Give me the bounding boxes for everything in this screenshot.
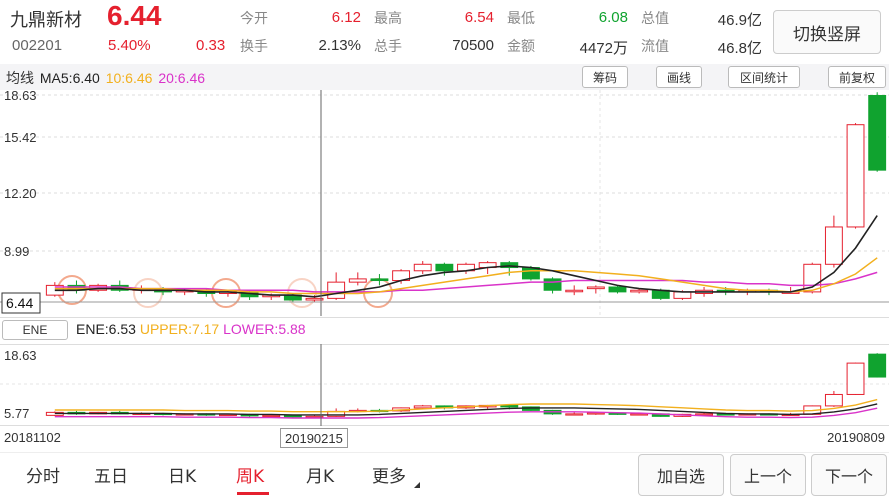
- ene-candle-up: [586, 412, 605, 415]
- next-stock-button[interactable]: 下一个: [811, 454, 887, 496]
- y-tick-0: 18.63: [4, 90, 37, 103]
- price-cursor-label: 6.44: [6, 295, 33, 311]
- candle-up: [824, 226, 843, 265]
- draw-line-button[interactable]: 画线: [656, 66, 702, 88]
- ma20-line: [54, 271, 878, 293]
- quote-label-high: 最高: [374, 11, 402, 27]
- quote-label-volume: 总手: [374, 39, 402, 55]
- ma10-value: 10:6.46: [105, 70, 153, 86]
- quote-value-volume: 70500: [452, 37, 494, 54]
- y-tick-2: 12.20: [4, 186, 37, 201]
- ene-y-bottom: 5.77: [4, 406, 29, 421]
- active-tab-indicator: [237, 492, 269, 495]
- quote-value-high: 6.54: [464, 9, 494, 26]
- candle-up: [673, 291, 692, 299]
- ene-legend: ENE:6.53 UPPER:7.17 LOWER:5.88: [76, 321, 306, 337]
- ene-y-top: 18.63: [4, 348, 37, 363]
- date-cursor: 20190215: [280, 428, 348, 448]
- ene-value: ENE:6.53: [76, 321, 136, 337]
- ene-candle-up: [565, 413, 584, 416]
- ene-upper: UPPER:7.17: [139, 321, 220, 337]
- quote-label-amount: 金额: [507, 39, 535, 55]
- quote-label-turnover: 换手: [240, 39, 268, 55]
- quote-value-float-value: 46.8亿: [717, 40, 762, 57]
- chips-button[interactable]: 筹码: [582, 66, 628, 88]
- ene-lower: LOWER:5.88: [223, 321, 306, 337]
- stock-price: 6.44: [107, 0, 162, 31]
- ene-candle-up: [413, 405, 432, 409]
- candle-down: [435, 263, 454, 272]
- switch-portrait-button[interactable]: 切换竖屏: [773, 10, 881, 54]
- quote-value-turnover: 2.13%: [318, 37, 361, 54]
- quote-label-open: 今开: [240, 11, 268, 27]
- ma20-value: 20:6.46: [158, 70, 206, 86]
- tab-monthly-k[interactable]: 月K: [306, 462, 334, 487]
- ene-candle-down: [868, 353, 887, 378]
- ene-candle-down: [500, 404, 519, 408]
- ma5-value: MA5:6.40: [39, 70, 100, 86]
- candle-up: [348, 278, 367, 283]
- candle-up: [586, 286, 605, 290]
- candle-up: [846, 124, 865, 228]
- marker-circle: [133, 278, 163, 308]
- kline-chart[interactable]: 18.63 15.42 12.20 8.99 6.44: [0, 90, 889, 316]
- tab-weekly-k[interactable]: 周K: [236, 462, 264, 487]
- candle-down: [608, 286, 627, 293]
- ma-lines: [54, 215, 878, 298]
- indicator-select-button[interactable]: ENE: [2, 320, 68, 340]
- quote-label-low: 最低: [507, 11, 535, 27]
- candle-down: [521, 267, 540, 280]
- range-stats-button[interactable]: 区间统计: [728, 66, 800, 88]
- ene-candle-up: [630, 413, 649, 416]
- candle-up: [305, 297, 324, 301]
- adjust-price-button[interactable]: 前复权: [828, 66, 886, 88]
- stock-code: 002201: [12, 37, 63, 54]
- quote-value-open: 6.12: [331, 9, 361, 26]
- tab-intraday[interactable]: 分时: [26, 462, 60, 487]
- quote-value-amount: 4472万: [579, 40, 628, 57]
- quote-label-total-value: 总值: [641, 11, 669, 27]
- candle-up: [565, 289, 584, 293]
- tab-more[interactable]: 更多: [372, 462, 406, 487]
- candle-down: [370, 278, 389, 282]
- ma-legend: 均线 MA5:6.40 10:6.46 20:6.46: [6, 68, 207, 88]
- quote-value-low: 6.08: [598, 9, 628, 26]
- candle-down: [868, 94, 887, 171]
- tab-daily-k[interactable]: 日K: [168, 462, 196, 487]
- y-tick-3: 8.99: [4, 244, 29, 259]
- candle-up: [413, 263, 432, 272]
- change-percent: 5.40%: [108, 37, 151, 54]
- date-end: 20190809: [827, 430, 885, 445]
- tab-five-day[interactable]: 五日: [94, 462, 128, 487]
- candle-up: [630, 289, 649, 293]
- ene-candle-up: [824, 393, 843, 407]
- candle-down: [543, 278, 562, 291]
- stock-name: 九鼎新材: [10, 10, 82, 31]
- change-amount: 0.33: [196, 37, 226, 54]
- ma5-line: [54, 215, 878, 298]
- quote-value-total-value: 46.9亿: [717, 12, 762, 29]
- ene-candles: [45, 353, 887, 419]
- ene-candle-up: [262, 414, 281, 418]
- candle-up: [327, 281, 346, 299]
- ma-label: 均线: [6, 70, 34, 86]
- ene-chart[interactable]: 18.63 5.77: [0, 344, 889, 426]
- ene-candle-up: [846, 362, 865, 395]
- y-tick-1: 15.42: [4, 130, 37, 145]
- quote-label-float-value: 流值: [641, 39, 669, 55]
- add-watchlist-button[interactable]: 加自选: [638, 454, 724, 496]
- date-start: 20181102: [4, 430, 61, 445]
- prev-stock-button[interactable]: 上一个: [730, 454, 806, 496]
- more-triangle-icon: [414, 482, 420, 488]
